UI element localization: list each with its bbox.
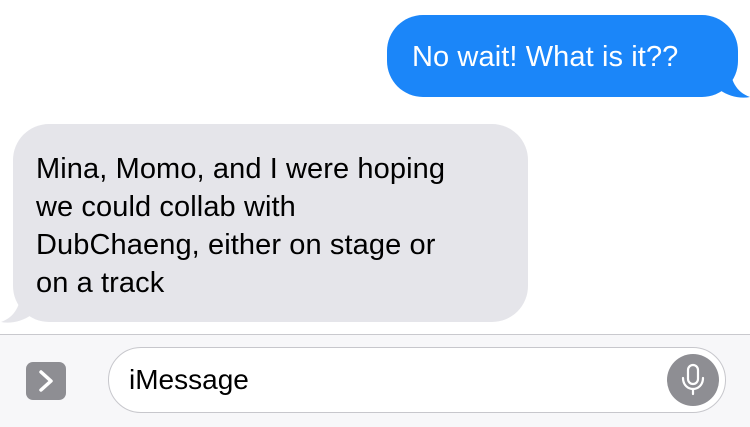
message-input-bar: iMessage bbox=[0, 334, 750, 427]
received-message-text: Mina, Momo, and I were hoping we could c… bbox=[36, 153, 446, 299]
microphone-icon bbox=[681, 363, 705, 396]
expand-apps-button[interactable] bbox=[26, 362, 66, 400]
received-message-bubble[interactable]: Mina, Momo, and I were hoping we could c… bbox=[1, 124, 528, 323]
conversation-view: No wait! What is it?? Mina, Momo, and I … bbox=[0, 0, 750, 334]
received-bubble-tail bbox=[1, 289, 31, 323]
sent-message-bubble[interactable]: No wait! What is it?? bbox=[387, 15, 750, 98]
chevron-right-icon bbox=[39, 370, 53, 392]
dictation-button[interactable] bbox=[667, 354, 719, 406]
imessage-placeholder: iMessage bbox=[129, 364, 249, 395]
sent-message-text: No wait! What is it?? bbox=[412, 41, 679, 73]
imessage-text-field[interactable]: iMessage bbox=[108, 347, 726, 413]
